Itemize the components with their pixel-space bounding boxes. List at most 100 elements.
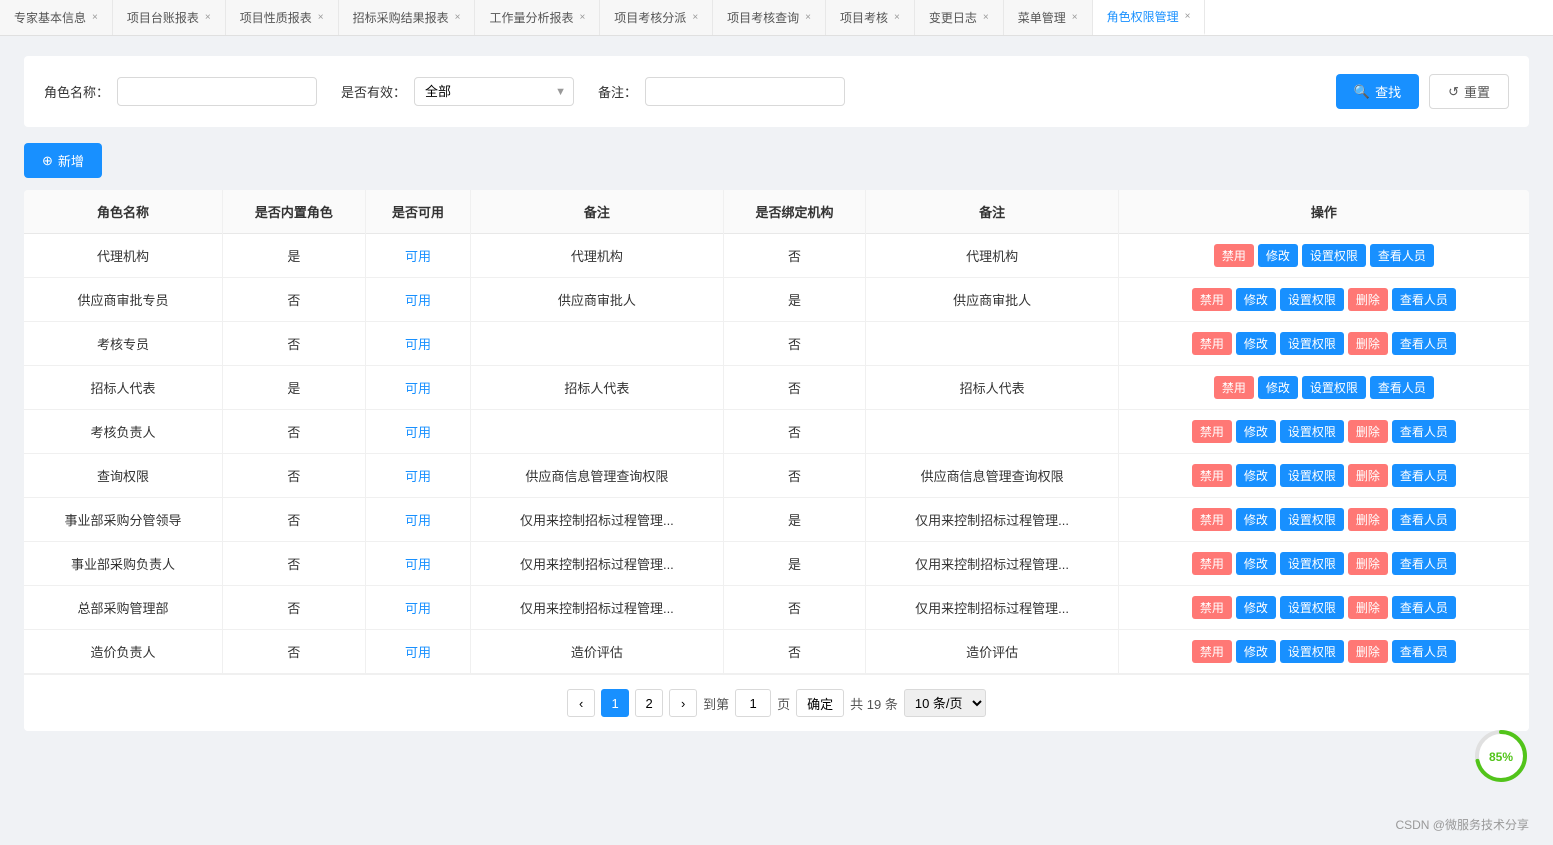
- table-cell: 总部采购管理部: [24, 586, 222, 630]
- set-permission-button[interactable]: 设置权限: [1280, 596, 1344, 619]
- disable-button[interactable]: 禁用: [1192, 464, 1232, 487]
- tab-item-project-review[interactable]: 项目考核×: [826, 0, 915, 35]
- tab-close-icon[interactable]: ×: [579, 12, 585, 23]
- tab-close-icon[interactable]: ×: [1185, 11, 1191, 22]
- actions-cell: 禁用修改设置权限查看人员: [1118, 234, 1529, 278]
- view-people-button[interactable]: 查看人员: [1370, 244, 1434, 267]
- table-row: 代理机构是可用代理机构否代理机构禁用修改设置权限查看人员: [24, 234, 1529, 278]
- view-people-button[interactable]: 查看人员: [1392, 596, 1456, 619]
- table-header: 角色名称是否内置角色是否可用备注是否绑定机构备注操作: [24, 190, 1529, 234]
- delete-button[interactable]: 删除: [1348, 420, 1388, 443]
- total-label: 共 19 条: [850, 694, 898, 713]
- delete-button[interactable]: 删除: [1348, 552, 1388, 575]
- set-permission-button[interactable]: 设置权限: [1280, 332, 1344, 355]
- page-2-button[interactable]: 2: [635, 689, 663, 717]
- table-cell: 考核负责人: [24, 410, 222, 454]
- tab-item-project-nature[interactable]: 项目性质报表×: [226, 0, 339, 35]
- view-people-button[interactable]: 查看人员: [1392, 420, 1456, 443]
- role-name-input[interactable]: [117, 77, 317, 106]
- tab-item-menu-manage[interactable]: 菜单管理 ×: [1004, 0, 1093, 35]
- set-permission-button[interactable]: 设置权限: [1280, 288, 1344, 311]
- view-people-button[interactable]: 查看人员: [1392, 288, 1456, 311]
- disable-button[interactable]: 禁用: [1192, 508, 1232, 531]
- delete-button[interactable]: 删除: [1348, 332, 1388, 355]
- disable-button[interactable]: 禁用: [1192, 596, 1232, 619]
- tab-label: 菜单管理: [1018, 9, 1066, 26]
- table-cell: 考核专员: [24, 322, 222, 366]
- next-page-button[interactable]: ›: [669, 689, 697, 717]
- disable-button[interactable]: 禁用: [1192, 332, 1232, 355]
- edit-button[interactable]: 修改: [1236, 508, 1276, 531]
- delete-button[interactable]: 删除: [1348, 508, 1388, 531]
- table-cell: 否: [222, 586, 365, 630]
- edit-button[interactable]: 修改: [1236, 596, 1276, 619]
- set-permission-button[interactable]: 设置权限: [1280, 420, 1344, 443]
- disable-button[interactable]: 禁用: [1192, 288, 1232, 311]
- delete-button[interactable]: 删除: [1348, 596, 1388, 619]
- table-cell: 造价负责人: [24, 630, 222, 674]
- tab-close-icon[interactable]: ×: [455, 12, 461, 23]
- tab-item-project-ledger[interactable]: 项目台账报表×: [113, 0, 226, 35]
- add-button[interactable]: ⊕ 新增: [24, 143, 102, 178]
- table-cell: 代理机构: [866, 234, 1118, 278]
- set-permission-button[interactable]: 设置权限: [1280, 552, 1344, 575]
- set-permission-button[interactable]: 设置权限: [1302, 244, 1366, 267]
- search-button[interactable]: 🔍 查找: [1336, 74, 1419, 109]
- disable-button[interactable]: 禁用: [1214, 376, 1254, 399]
- goto-confirm-button[interactable]: 确定: [796, 689, 844, 717]
- reset-button[interactable]: ↺ 重置: [1429, 74, 1509, 109]
- tab-close-icon[interactable]: ×: [894, 12, 900, 23]
- page-1-button[interactable]: 1: [601, 689, 629, 717]
- disable-button[interactable]: 禁用: [1192, 420, 1232, 443]
- edit-button[interactable]: 修改: [1236, 640, 1276, 663]
- goto-input[interactable]: [735, 689, 771, 717]
- edit-button[interactable]: 修改: [1236, 332, 1276, 355]
- disable-button[interactable]: 禁用: [1192, 552, 1232, 575]
- tab-close-icon[interactable]: ×: [692, 12, 698, 23]
- tab-close-icon[interactable]: ×: [805, 12, 811, 23]
- disable-button[interactable]: 禁用: [1214, 244, 1254, 267]
- table-cell: 可用: [365, 410, 470, 454]
- tab-close-icon[interactable]: ×: [983, 12, 989, 23]
- edit-button[interactable]: 修改: [1236, 464, 1276, 487]
- view-people-button[interactable]: 查看人员: [1392, 508, 1456, 531]
- prev-page-button[interactable]: ‹: [567, 689, 595, 717]
- tab-item-project-review-query[interactable]: 项目考核查询×: [713, 0, 826, 35]
- is-valid-select[interactable]: 全部是否: [414, 77, 574, 106]
- set-permission-button[interactable]: 设置权限: [1280, 508, 1344, 531]
- tab-close-icon[interactable]: ×: [318, 12, 324, 23]
- edit-button[interactable]: 修改: [1236, 288, 1276, 311]
- page-size-select[interactable]: 10 条/页20 条/页50 条/页: [904, 689, 986, 717]
- tab-close-icon[interactable]: ×: [205, 12, 211, 23]
- action-buttons: 禁用修改设置权限删除查看人员: [1129, 596, 1519, 619]
- set-permission-button[interactable]: 设置权限: [1280, 640, 1344, 663]
- view-people-button[interactable]: 查看人员: [1392, 552, 1456, 575]
- view-people-button[interactable]: 查看人员: [1392, 464, 1456, 487]
- remark-input[interactable]: [645, 77, 845, 106]
- delete-button[interactable]: 删除: [1348, 640, 1388, 663]
- action-buttons: 禁用修改设置权限删除查看人员: [1129, 552, 1519, 575]
- view-people-button[interactable]: 查看人员: [1370, 376, 1434, 399]
- table-cell: 招标人代表: [866, 366, 1118, 410]
- tab-item-change-log[interactable]: 变更日志×: [915, 0, 1004, 35]
- tab-item-workload[interactable]: 工作量分析报表×: [475, 0, 600, 35]
- disable-button[interactable]: 禁用: [1192, 640, 1232, 663]
- tab-item-expert[interactable]: 专家基本信息×: [0, 0, 113, 35]
- tab-close-icon[interactable]: ×: [1072, 12, 1078, 23]
- tab-close-icon[interactable]: ×: [92, 12, 98, 23]
- view-people-button[interactable]: 查看人员: [1392, 332, 1456, 355]
- tab-item-project-review-assign[interactable]: 项目考核分派×: [600, 0, 713, 35]
- view-people-button[interactable]: 查看人员: [1392, 640, 1456, 663]
- delete-button[interactable]: 删除: [1348, 288, 1388, 311]
- col-header: 备注: [471, 190, 723, 234]
- edit-button[interactable]: 修改: [1236, 420, 1276, 443]
- edit-button[interactable]: 修改: [1236, 552, 1276, 575]
- set-permission-button[interactable]: 设置权限: [1280, 464, 1344, 487]
- edit-button[interactable]: 修改: [1258, 244, 1298, 267]
- delete-button[interactable]: 删除: [1348, 464, 1388, 487]
- edit-button[interactable]: 修改: [1258, 376, 1298, 399]
- tab-item-bid-result[interactable]: 招标采购结果报表×: [339, 0, 476, 35]
- set-permission-button[interactable]: 设置权限: [1302, 376, 1366, 399]
- table-cell: 否: [723, 322, 866, 366]
- tab-item-role-permission[interactable]: 角色权限管理×: [1093, 0, 1206, 35]
